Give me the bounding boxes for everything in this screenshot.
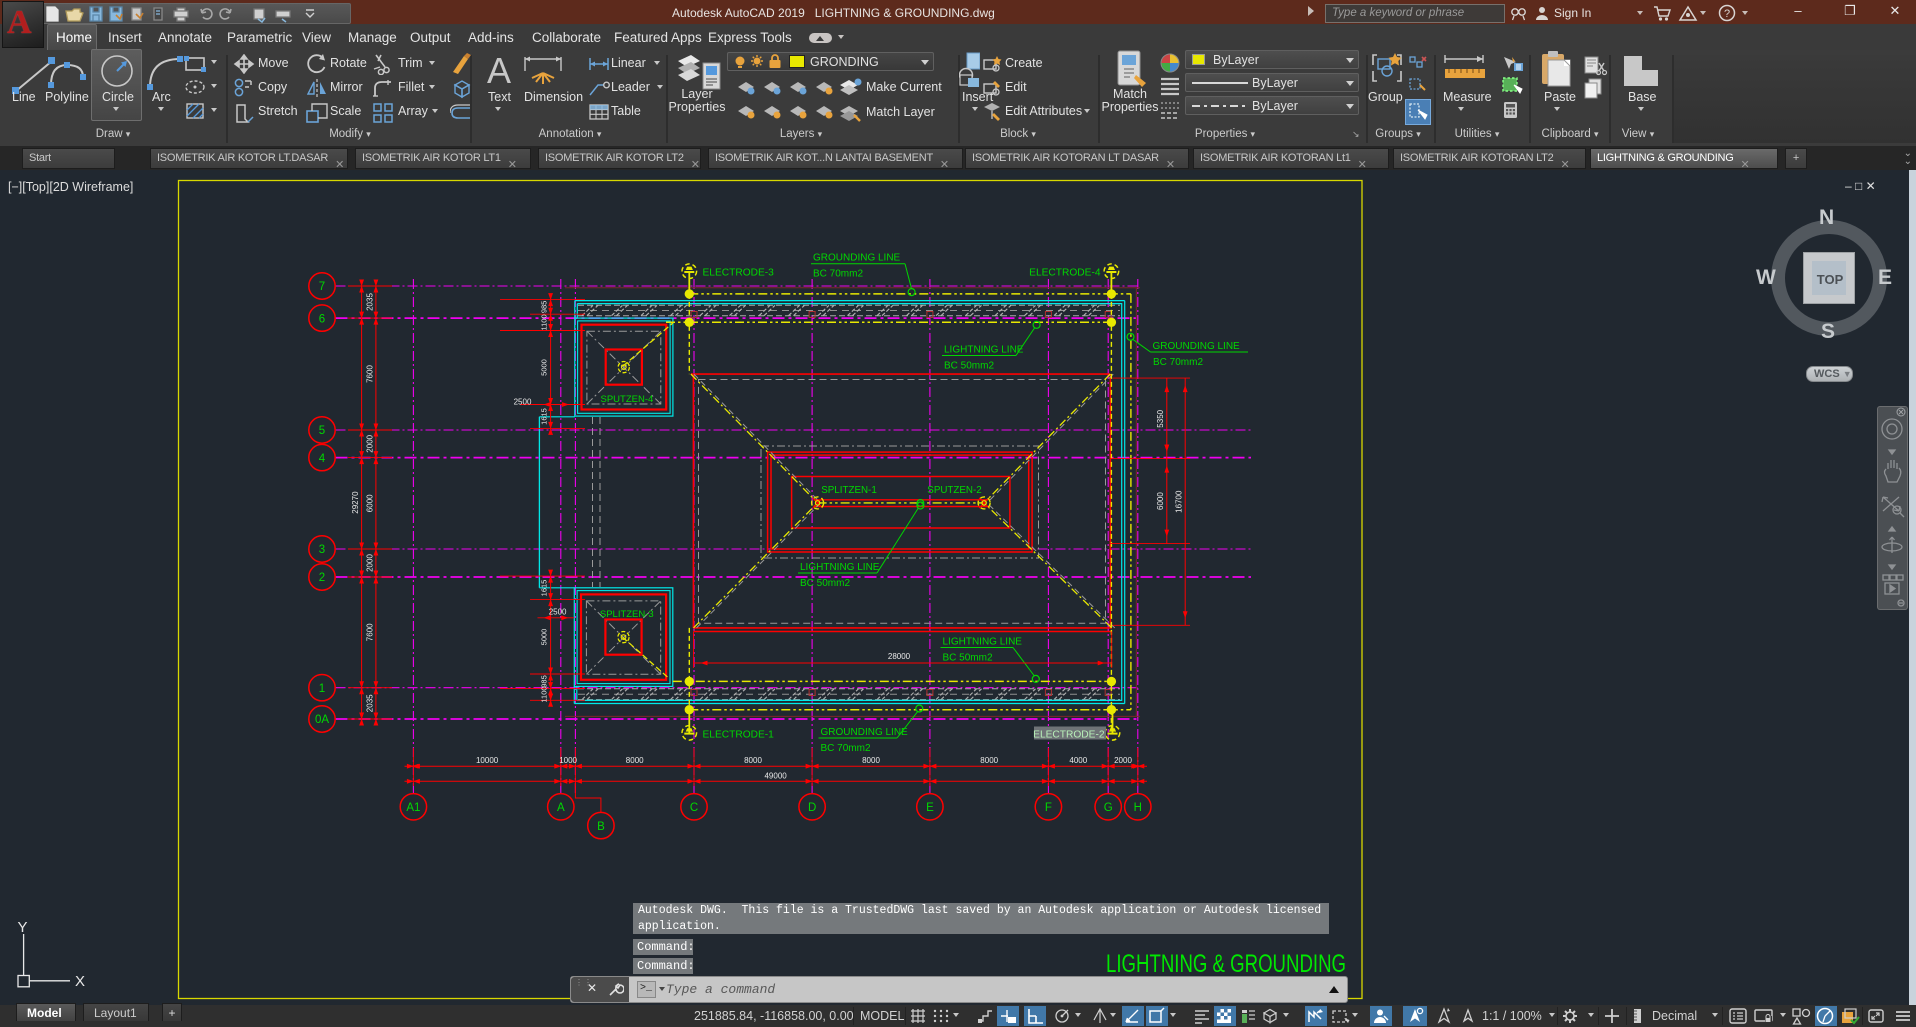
svg-text:6000: 6000: [365, 494, 374, 512]
svg-text:H: H: [1134, 802, 1142, 814]
svg-text:1615: 1615: [540, 408, 549, 425]
svg-text:BC 70mm2: BC 70mm2: [813, 269, 863, 280]
svg-text:LIGHTNING LINE: LIGHTNING LINE: [800, 562, 880, 573]
svg-text:49000: 49000: [764, 771, 787, 780]
svg-text:SPLITZEN-1: SPLITZEN-1: [821, 485, 877, 496]
svg-text:985: 985: [540, 675, 549, 688]
svg-text:5000: 5000: [540, 629, 549, 646]
svg-text:SPUTZEN-4: SPUTZEN-4: [601, 394, 654, 405]
svg-text:GROUNDING LINE: GROUNDING LINE: [1153, 341, 1241, 352]
svg-text:5350: 5350: [1156, 409, 1165, 427]
svg-text:7600: 7600: [365, 623, 374, 641]
svg-text:BC 50mm2: BC 50mm2: [800, 578, 850, 589]
svg-text:1: 1: [319, 683, 325, 695]
svg-text:GROUNDING LINE: GROUNDING LINE: [821, 727, 909, 738]
svg-text:16700: 16700: [1175, 490, 1184, 513]
svg-text:2035: 2035: [365, 694, 374, 712]
svg-text:2035: 2035: [365, 293, 374, 311]
svg-text:C: C: [690, 802, 698, 814]
svg-text:6: 6: [319, 313, 325, 325]
svg-text:985: 985: [540, 301, 549, 314]
svg-text:7: 7: [319, 281, 325, 293]
svg-text:8000: 8000: [626, 756, 644, 765]
svg-text:8000: 8000: [862, 756, 880, 765]
svg-text:0A: 0A: [315, 714, 329, 726]
svg-text:D: D: [808, 802, 816, 814]
svg-text:E: E: [926, 802, 934, 814]
svg-text:1000: 1000: [559, 756, 577, 765]
svg-text:ELECTRODE-1: ELECTRODE-1: [703, 729, 775, 740]
svg-text:LIGHTNING & GROUNDING: LIGHTNING & GROUNDING: [1106, 950, 1346, 978]
svg-text:SPLITZEN-3: SPLITZEN-3: [600, 609, 654, 620]
svg-text:1100: 1100: [540, 686, 549, 702]
svg-text:4: 4: [319, 453, 326, 465]
svg-text:F: F: [1045, 802, 1052, 814]
svg-text:Y: Y: [17, 919, 27, 936]
svg-text:3: 3: [319, 544, 325, 556]
svg-text:29270: 29270: [351, 491, 360, 514]
svg-text:2000: 2000: [365, 434, 374, 452]
svg-text:8000: 8000: [744, 756, 762, 765]
svg-text:B: B: [597, 821, 605, 833]
svg-text:6000: 6000: [1156, 492, 1165, 510]
svg-text:5: 5: [319, 425, 325, 437]
svg-text:ELECTRODE-4: ELECTRODE-4: [1029, 268, 1101, 279]
svg-text:1615: 1615: [540, 580, 549, 597]
svg-text:5000: 5000: [540, 359, 549, 376]
svg-text:7600: 7600: [365, 365, 374, 383]
svg-text:BC 70mm2: BC 70mm2: [1153, 357, 1203, 368]
svg-text:2000: 2000: [1114, 756, 1132, 765]
svg-text:?: ?: [1724, 8, 1730, 20]
svg-text:2500: 2500: [549, 608, 567, 617]
svg-text:A: A: [487, 51, 511, 91]
svg-text:10000: 10000: [476, 756, 499, 765]
svg-text:X: X: [75, 973, 85, 990]
svg-text:BC 50mm2: BC 50mm2: [944, 361, 994, 372]
svg-text:LIGHTNING LINE: LIGHTNING LINE: [943, 637, 1023, 648]
svg-text:2000: 2000: [365, 554, 374, 572]
svg-text:8000: 8000: [980, 756, 998, 765]
svg-text:BC 50mm2: BC 50mm2: [943, 653, 993, 664]
svg-text:1100: 1100: [540, 314, 549, 330]
svg-text:ELECTRODE-2: ELECTRODE-2: [1033, 729, 1105, 740]
svg-text:G: G: [1104, 802, 1113, 814]
svg-text:28000: 28000: [888, 652, 911, 661]
svg-text:BC 70mm2: BC 70mm2: [821, 743, 871, 754]
svg-text:4000: 4000: [1069, 756, 1087, 765]
svg-text:GROUNDING LINE: GROUNDING LINE: [813, 253, 901, 264]
svg-text:ELECTRODE-3: ELECTRODE-3: [703, 268, 775, 279]
svg-text:LIGHTNING LINE: LIGHTNING LINE: [944, 345, 1024, 356]
svg-text:2500: 2500: [514, 397, 532, 406]
svg-text:2: 2: [319, 572, 325, 584]
svg-text:A: A: [557, 802, 565, 814]
svg-text:SPUTZEN-2: SPUTZEN-2: [927, 485, 981, 496]
svg-text:A1: A1: [406, 802, 420, 814]
